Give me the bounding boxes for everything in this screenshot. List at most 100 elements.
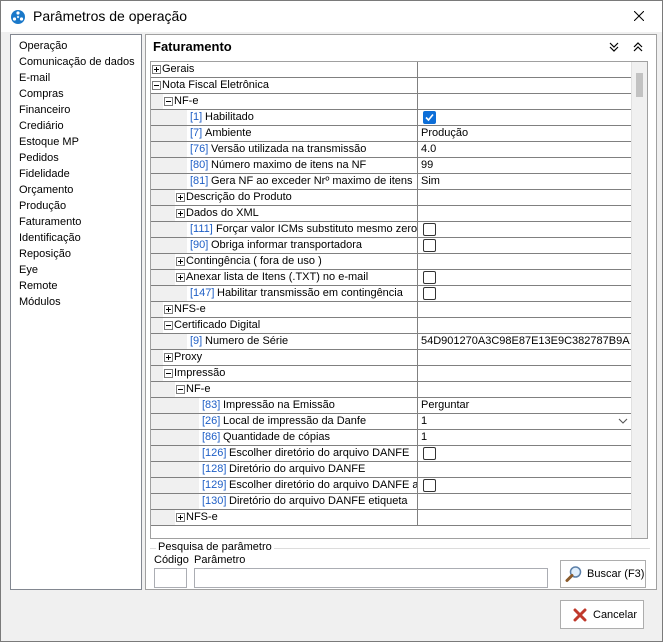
grid-row[interactable]: NFS-e xyxy=(151,302,631,318)
grid-row[interactable]: [90] Obriga informar transportadora xyxy=(151,238,631,254)
parametro-input[interactable] xyxy=(194,568,548,588)
parameter-value-cell[interactable] xyxy=(418,382,631,398)
parameter-value-cell[interactable] xyxy=(418,94,631,110)
grid-row[interactable]: NF-e xyxy=(151,382,631,398)
grid-row[interactable]: NF-e xyxy=(151,94,631,110)
parameter-value-cell[interactable] xyxy=(418,270,631,286)
sidebar-item[interactable]: Reposição xyxy=(11,246,141,262)
parameter-checkbox[interactable] xyxy=(423,479,436,492)
grid-row[interactable]: [81] Gera NF ao exceder Nrº maximo de ite… xyxy=(151,174,631,190)
grid-row[interactable]: Nota Fiscal Eletrônica xyxy=(151,78,631,94)
grid-row[interactable]: NFS-e xyxy=(151,510,631,526)
sidebar-item[interactable]: Financeiro xyxy=(11,102,141,118)
parameter-checkbox[interactable] xyxy=(423,111,436,124)
grid-row[interactable]: Contingência ( fora de uso ) xyxy=(151,254,631,270)
sidebar-item[interactable]: Crediário xyxy=(11,118,141,134)
parameter-value-cell[interactable] xyxy=(418,366,631,382)
expand-all-button[interactable] xyxy=(606,39,622,55)
sidebar-item[interactable]: Pedidos xyxy=(11,150,141,166)
collapse-icon[interactable] xyxy=(164,369,173,378)
collapse-icon[interactable] xyxy=(176,385,185,394)
parameter-value-cell[interactable] xyxy=(418,206,631,222)
sidebar-item[interactable]: Orçamento xyxy=(11,182,141,198)
vertical-scrollbar[interactable] xyxy=(631,62,647,538)
grid-row[interactable]: Dados do XML xyxy=(151,206,631,222)
grid-row[interactable]: [80] Número maximo de itens na NF 99 xyxy=(151,158,631,174)
sidebar-item[interactable]: E-mail xyxy=(11,70,141,86)
scrollbar-thumb[interactable] xyxy=(636,73,643,97)
grid-row[interactable]: [26] Local de impressão da Danfe 1 xyxy=(151,414,631,430)
parameter-checkbox[interactable] xyxy=(423,239,436,252)
expand-icon[interactable] xyxy=(176,513,185,522)
parameter-value-cell[interactable] xyxy=(418,478,631,494)
sidebar-item[interactable]: Produção xyxy=(11,198,141,214)
parameter-value-cell[interactable]: 99 xyxy=(418,158,631,174)
grid-row[interactable]: [129] Escolher diretório do arquivo DANFE… xyxy=(151,478,631,494)
grid-row[interactable]: [9] Numero de Série 54D901270A3C98E87E13E9… xyxy=(151,334,631,350)
expand-icon[interactable] xyxy=(176,209,185,218)
expand-icon[interactable] xyxy=(176,273,185,282)
search-button[interactable]: Buscar (F3) xyxy=(560,560,646,588)
parameter-value-cell[interactable] xyxy=(418,350,631,366)
grid-row[interactable]: [128] Diretório do arquivo DANFE xyxy=(151,462,631,478)
parameter-value-cell[interactable] xyxy=(418,318,631,334)
parameter-value-cell[interactable] xyxy=(418,110,631,126)
parameter-grid[interactable]: Gerais Nota Fiscal Eletrônica NF-e [1] Habil… xyxy=(150,61,648,539)
parameter-value-cell[interactable] xyxy=(418,286,631,302)
parameter-checkbox[interactable] xyxy=(423,287,436,300)
parameter-value-cell[interactable]: Produção xyxy=(418,126,631,142)
expand-icon[interactable] xyxy=(152,65,161,74)
expand-icon[interactable] xyxy=(164,305,173,314)
parameter-value-cell[interactable]: 1 xyxy=(418,414,631,430)
parameter-value-cell[interactable]: Sim xyxy=(418,174,631,190)
parameter-checkbox[interactable] xyxy=(423,271,436,284)
parameter-value-cell[interactable] xyxy=(418,190,631,206)
parameter-value-cell[interactable] xyxy=(418,222,631,238)
parameter-value-cell[interactable] xyxy=(418,510,631,526)
grid-row[interactable]: [147] Habilitar transmissão em contingênc… xyxy=(151,286,631,302)
sidebar-item[interactable]: Fidelidade xyxy=(11,166,141,182)
grid-row[interactable]: [7] Ambiente Produção xyxy=(151,126,631,142)
grid-row[interactable]: Impressão xyxy=(151,366,631,382)
parameter-value-cell[interactable] xyxy=(418,254,631,270)
parameter-value-cell[interactable] xyxy=(418,446,631,462)
sidebar-item[interactable]: Remote xyxy=(11,278,141,294)
parameter-value-cell[interactable] xyxy=(418,62,631,78)
parameter-checkbox[interactable] xyxy=(423,447,436,460)
sidebar-item[interactable]: Faturamento xyxy=(11,214,141,230)
grid-row[interactable]: Gerais xyxy=(151,62,631,78)
expand-icon[interactable] xyxy=(164,353,173,362)
sidebar-item[interactable]: Compras xyxy=(11,86,141,102)
grid-row[interactable]: [126] Escolher diretório do arquivo DANFE xyxy=(151,446,631,462)
category-list[interactable]: Operação Comunicação de dados E-mail Compra… xyxy=(10,34,142,590)
parameter-value-cell[interactable]: 1 xyxy=(418,430,631,446)
parameter-value-cell[interactable] xyxy=(418,302,631,318)
grid-row[interactable]: [130] Diretório do arquivo DANFE etiqueta xyxy=(151,494,631,510)
parameter-value-cell[interactable] xyxy=(418,238,631,254)
sidebar-item[interactable]: Identificação xyxy=(11,230,141,246)
collapse-panel-button[interactable] xyxy=(630,39,646,55)
grid-row[interactable]: [86] Quantidade de cópias 1 xyxy=(151,430,631,446)
expand-icon[interactable] xyxy=(176,193,185,202)
cancel-button[interactable]: Cancelar xyxy=(560,600,644,629)
parameter-value-cell[interactable] xyxy=(418,494,631,510)
parameter-value-cell[interactable]: 54D901270A3C98E87E13E9C382787B9A xyxy=(418,334,631,350)
grid-row[interactable]: [1] Habilitado xyxy=(151,110,631,126)
parameter-value-cell[interactable] xyxy=(418,78,631,94)
chevron-down-icon[interactable] xyxy=(618,416,628,426)
collapse-icon[interactable] xyxy=(164,321,173,330)
sidebar-item[interactable]: Módulos xyxy=(11,294,141,310)
grid-row[interactable]: [83] Impressão na Emissão Perguntar xyxy=(151,398,631,414)
grid-row[interactable]: Anexar lista de Itens (.TXT) no e-mail xyxy=(151,270,631,286)
parameter-value-cell[interactable]: 4.0 xyxy=(418,142,631,158)
grid-row[interactable]: [76] Versão utilizada na transmissão 4.0 xyxy=(151,142,631,158)
close-button[interactable] xyxy=(616,1,662,31)
expand-icon[interactable] xyxy=(176,257,185,266)
grid-row[interactable]: Descrição do Produto xyxy=(151,190,631,206)
grid-row[interactable]: Proxy xyxy=(151,350,631,366)
sidebar-item[interactable]: Comunicação de dados xyxy=(11,54,141,70)
collapse-icon[interactable] xyxy=(152,81,161,90)
codigo-input[interactable] xyxy=(154,568,187,588)
sidebar-item[interactable]: Estoque MP xyxy=(11,134,141,150)
grid-row[interactable]: [111] Forçar valor ICMs substituto mesmo … xyxy=(151,222,631,238)
